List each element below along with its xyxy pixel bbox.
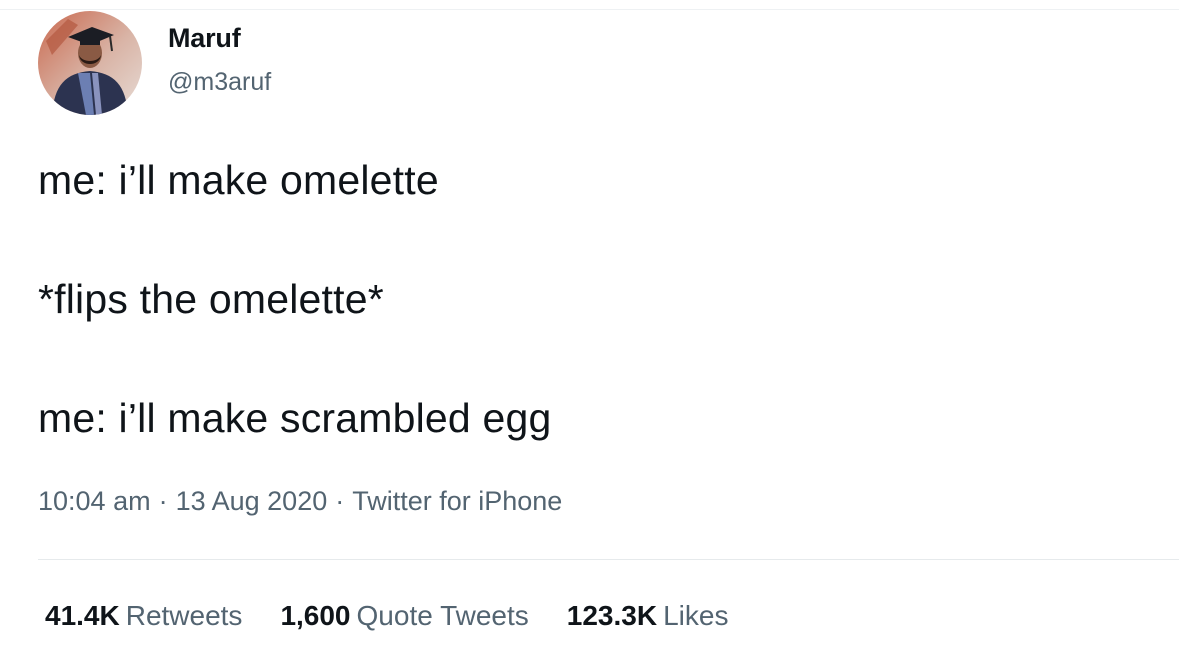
tweet-metadata: 10:04 am · 13 Aug 2020 · Twitter for iPhone [38,483,562,519]
meta-separator: · [335,486,345,516]
meta-separator: · [158,486,168,516]
tweet-text-line: me: i’ll make scrambled egg [38,395,552,441]
tweet-card: Maruf @m3aruf me: i’ll make omelette *fl… [0,0,1179,651]
tweet-time[interactable]: 10:04 am [38,486,151,516]
avatar-image [38,11,142,115]
retweets-count: 41.4K [45,600,120,631]
stats-divider [38,559,1179,560]
likes-label: Likes [663,600,729,631]
quote-tweets-label: Quote Tweets [356,600,529,631]
author-block: Maruf @m3aruf [168,18,271,102]
author-handle[interactable]: @m3aruf [168,62,271,102]
author-display-name[interactable]: Maruf [168,18,271,58]
top-divider [0,9,1179,10]
retweets-label: Retweets [125,600,243,631]
likes-count: 123.3K [566,600,658,631]
tweet-date[interactable]: 13 Aug 2020 [176,486,328,516]
tweet-text-line: me: i’ll make omelette [38,157,439,203]
quote-tweets-stat[interactable]: 1,600 Quote Tweets [280,598,528,634]
tweet-source[interactable]: Twitter for iPhone [352,486,562,516]
tweet-text-line: *flips the omelette* [38,276,384,322]
engagement-stats: 41.4K Retweets 1,600 Quote Tweets 123.3K Li… [45,598,728,634]
retweets-stat[interactable]: 41.4K Retweets [45,598,242,634]
avatar[interactable] [38,11,142,115]
quote-tweets-count: 1,600 [280,600,351,631]
likes-stat[interactable]: 123.3K Likes [567,598,729,634]
